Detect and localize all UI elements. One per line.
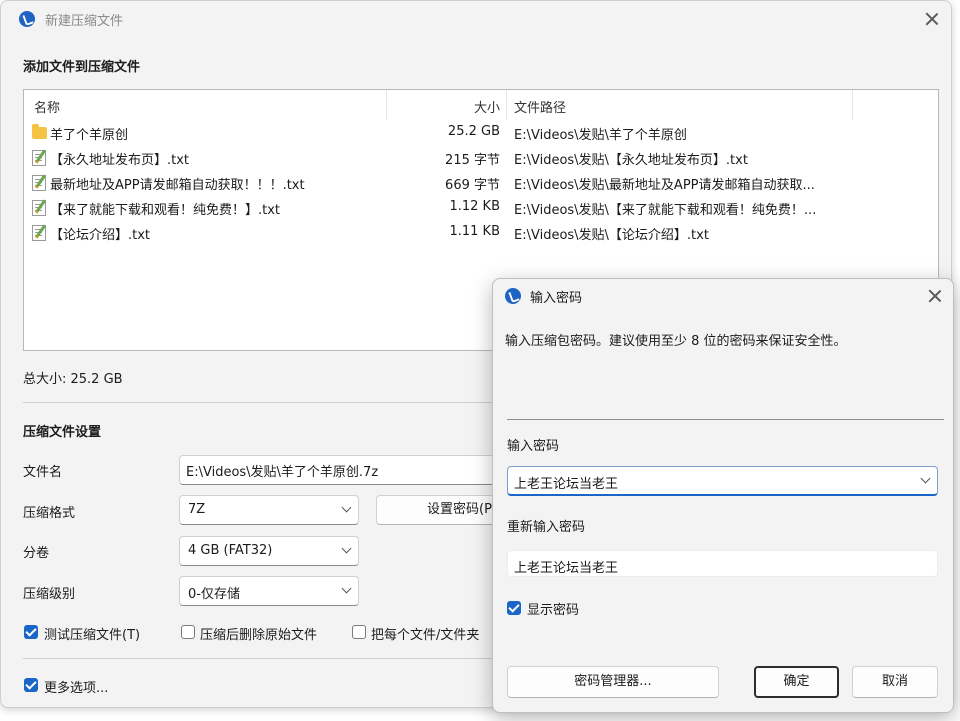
confirm-password-label: 重新输入密码 (507, 520, 586, 535)
column-separator[interactable] (386, 90, 387, 120)
files-heading: 添加文件到压缩文件 (23, 60, 141, 75)
file-size: 669 字节 (445, 178, 500, 193)
filename-input[interactable]: E:\Videos\发贴\羊了个羊原创.7z (179, 455, 499, 485)
list-header: 名称 大小 文件路径 (24, 90, 938, 120)
chevron-down-icon (341, 543, 352, 554)
file-size: 25.2 GB (447, 124, 500, 139)
total-size: 总大小: 25.2 GB (23, 372, 123, 387)
file-name: 【永久地址发布页】.txt (50, 153, 190, 168)
file-path: E:\Videos\发贴\【来了就能下载和观看！纯免费！... (514, 203, 817, 218)
split-select[interactable]: 4 GB (FAT32) (179, 536, 359, 566)
divider (507, 419, 944, 420)
title-bar: 新建压缩文件 (1, 1, 951, 37)
list-item[interactable]: 【来了就能下载和观看！纯免费！】.txt 1.12 KB E:\Videos\发… (24, 195, 938, 220)
file-name: 羊了个羊原创 (50, 128, 129, 143)
column-header-size[interactable]: 大小 (474, 97, 500, 116)
format-value: 7Z (188, 502, 206, 517)
app-logo-icon (19, 11, 35, 27)
column-header-name[interactable]: 名称 (34, 97, 60, 116)
level-value: 0-仅存储 (188, 587, 240, 602)
each-file-label[interactable]: 把每个文件/文件夹 (371, 624, 479, 643)
dialog-description: 输入压缩包密码。建议使用至少 8 位的密码来保证安全性。 (505, 334, 847, 349)
window-title: 新建压缩文件 (45, 14, 124, 29)
dialog-title: 输入密码 (530, 291, 583, 306)
file-size: 1.11 KB (449, 224, 500, 239)
set-password-button[interactable]: 设置密码(P) (376, 495, 501, 525)
list-item[interactable]: 羊了个羊原创 25.2 GB E:\Videos\发贴\羊了个羊原创 (24, 120, 938, 145)
file-path: E:\Videos\发贴\最新地址及APP请发邮箱自动获取... (514, 178, 815, 193)
file-name: 【论坛介绍】.txt (50, 228, 151, 243)
show-password-label[interactable]: 显示密码 (527, 599, 579, 618)
format-select[interactable]: 7Z (179, 495, 359, 525)
delete-after-checkbox[interactable] (181, 625, 195, 639)
column-header-path[interactable]: 文件路径 (514, 97, 566, 116)
divider (23, 658, 493, 659)
more-options-label[interactable]: 更多选项... (44, 677, 108, 696)
file-path: E:\Videos\发贴\【论坛介绍】.txt (514, 228, 709, 243)
column-separator[interactable] (852, 90, 853, 120)
chevron-down-icon (341, 502, 352, 513)
password-dialog: 输入密码 输入压缩包密码。建议使用至少 8 位的密码来保证安全性。 输入密码 上… (492, 278, 954, 713)
more-options-checkbox[interactable] (24, 678, 38, 692)
filename-label: 文件名 (23, 465, 63, 480)
level-label: 压缩级别 (23, 587, 76, 602)
list-item[interactable]: 最新地址及APP请发邮箱自动获取！！！.txt 669 字节 E:\Videos… (24, 170, 938, 195)
split-label: 分卷 (23, 546, 50, 561)
txt-file-icon (32, 200, 46, 216)
test-archive-label[interactable]: 测试压缩文件(T) (44, 624, 140, 643)
divider (23, 402, 493, 403)
txt-file-icon (32, 175, 46, 191)
file-path: E:\Videos\发贴\羊了个羊原创 (514, 128, 687, 143)
file-name: 最新地址及APP请发邮箱自动获取！！！.txt (50, 178, 305, 193)
level-select[interactable]: 0-仅存储 (179, 576, 359, 606)
cancel-button[interactable]: 取消 (852, 666, 938, 698)
settings-heading: 压缩文件设置 (23, 425, 102, 440)
close-icon[interactable] (923, 10, 941, 28)
test-archive-checkbox[interactable] (24, 625, 38, 639)
file-size: 1.12 KB (449, 199, 500, 214)
password-value: 上老王论坛当老王 (514, 477, 619, 492)
folder-icon (32, 124, 47, 139)
file-path: E:\Videos\发贴\【永久地址发布页】.txt (514, 153, 748, 168)
file-size: 215 字节 (445, 153, 500, 168)
close-icon[interactable] (926, 287, 944, 305)
list-item[interactable]: 【永久地址发布页】.txt 215 字节 E:\Videos\发贴\【永久地址发… (24, 145, 938, 170)
confirm-password-input[interactable]: 上老王论坛当老王 (507, 550, 938, 577)
ok-button[interactable]: 确定 (754, 666, 839, 698)
password-label: 输入密码 (507, 439, 560, 454)
file-name: 【来了就能下载和观看！纯免费！】.txt (50, 203, 281, 218)
column-separator[interactable] (506, 90, 507, 120)
txt-file-icon (32, 225, 46, 241)
each-file-checkbox[interactable] (352, 625, 366, 639)
chevron-down-icon[interactable] (920, 473, 931, 484)
password-input[interactable]: 上老王论坛当老王 (507, 466, 938, 496)
split-value: 4 GB (FAT32) (188, 543, 273, 558)
delete-after-label[interactable]: 压缩后删除原始文件 (200, 624, 317, 643)
confirm-password-value: 上老王论坛当老王 (514, 561, 619, 576)
list-item[interactable]: 【论坛介绍】.txt 1.11 KB E:\Videos\发贴\【论坛介绍】.t… (24, 220, 938, 245)
app-logo-icon (505, 288, 521, 304)
show-password-checkbox[interactable] (507, 601, 521, 615)
password-manager-button[interactable]: 密码管理器... (507, 666, 719, 698)
format-label: 压缩格式 (23, 506, 76, 521)
chevron-down-icon (341, 583, 352, 594)
txt-file-icon (32, 150, 46, 166)
